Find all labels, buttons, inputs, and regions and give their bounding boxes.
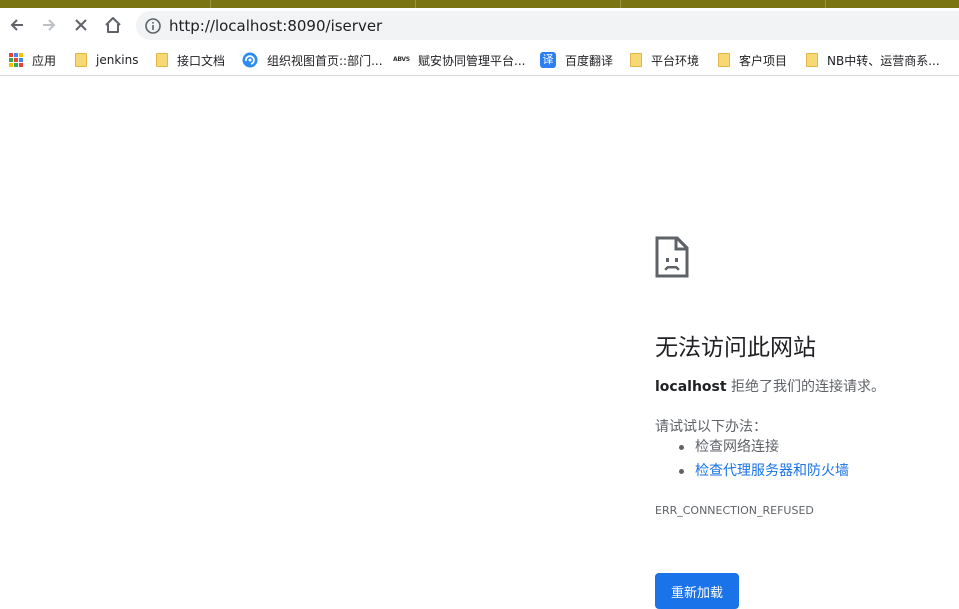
url-text[interactable]: http://localhost:8090/iserver — [169, 17, 382, 35]
home-button[interactable] — [98, 10, 128, 40]
folder-icon — [806, 53, 818, 67]
bookmark-nb-relay[interactable]: NB中转、运营商系... — [806, 50, 940, 70]
sad-page-icon — [655, 236, 689, 278]
translate-icon: 译 — [540, 52, 556, 68]
bookmark-client-projects[interactable]: 客户项目 — [718, 50, 787, 70]
bookmark-label: 客户项目 — [739, 53, 788, 68]
back-button[interactable] — [2, 10, 32, 40]
error-message: 拒绝了我们的连接请求。 — [726, 379, 886, 395]
error-code: ERR_CONNECTION_REFUSED — [655, 504, 814, 517]
bookmark-platform-env[interactable]: 平台环境 — [630, 50, 699, 70]
bookmark-baidu-translate[interactable]: 译 百度翻译 — [540, 50, 613, 70]
back-arrow-icon — [10, 19, 23, 31]
bookmark-jenkins[interactable]: jenkins — [75, 50, 138, 70]
bookmark-org-view[interactable]: 组织视图首页::部门... — [242, 50, 383, 70]
folder-icon — [156, 53, 168, 67]
suggestion-check-proxy-link[interactable]: 检查代理服务器和防火墙 — [655, 461, 849, 485]
info-icon[interactable] — [144, 17, 162, 35]
bookmark-label: 组织视图首页::部门... — [267, 53, 383, 68]
bookmark-label: NB中转、运营商系... — [827, 53, 940, 68]
stop-button[interactable] — [66, 10, 96, 40]
bookmark-label: 赋安协同管理平台... — [418, 53, 526, 68]
forward-arrow-icon — [43, 19, 56, 31]
error-host: localhost — [655, 379, 727, 395]
window-top-strip — [0, 0, 959, 8]
reload-button[interactable]: 重新加载 — [655, 573, 739, 609]
suggestions-heading: 请试试以下办法： — [655, 419, 767, 435]
folder-icon — [630, 53, 642, 67]
bookmark-label: 接口文档 — [177, 53, 226, 68]
bookmark-api-docs[interactable]: 接口文档 — [156, 50, 225, 70]
bookmark-label: 平台环境 — [651, 53, 700, 68]
bookmark-label: jenkins — [96, 53, 139, 67]
folder-icon — [718, 53, 730, 67]
site-swirl-icon — [242, 52, 258, 68]
error-title: 无法访问此网站 — [655, 335, 816, 361]
bookmark-label: 百度翻译 — [565, 53, 614, 68]
forward-button[interactable] — [34, 10, 64, 40]
error-description: localhost 拒绝了我们的连接请求。 — [655, 376, 885, 396]
suggestions-list: 检查网络连接 检查代理服务器和防火墙 — [655, 437, 849, 485]
home-icon — [105, 17, 121, 33]
apps-grid-icon — [9, 53, 23, 67]
suggestion-check-network: 检查网络连接 — [655, 437, 849, 461]
folder-icon — [75, 53, 87, 67]
bookmark-collab-platform[interactable]: ABVS 赋安协同管理平台... — [393, 50, 525, 70]
bookmark-label: 应用 — [32, 53, 57, 68]
bookmarks-bar: 应用 jenkins 接口文档 组织视图首页::部门... ABVS 赋安协同管… — [0, 44, 959, 76]
bookmark-apps[interactable]: 应用 — [9, 50, 56, 70]
browser-toolbar: http://localhost:8090/iserver — [0, 8, 959, 44]
abvs-logo-icon: ABVS — [393, 56, 410, 63]
address-bar[interactable]: http://localhost:8090/iserver — [136, 11, 959, 40]
stop-loading-icon — [75, 19, 87, 31]
